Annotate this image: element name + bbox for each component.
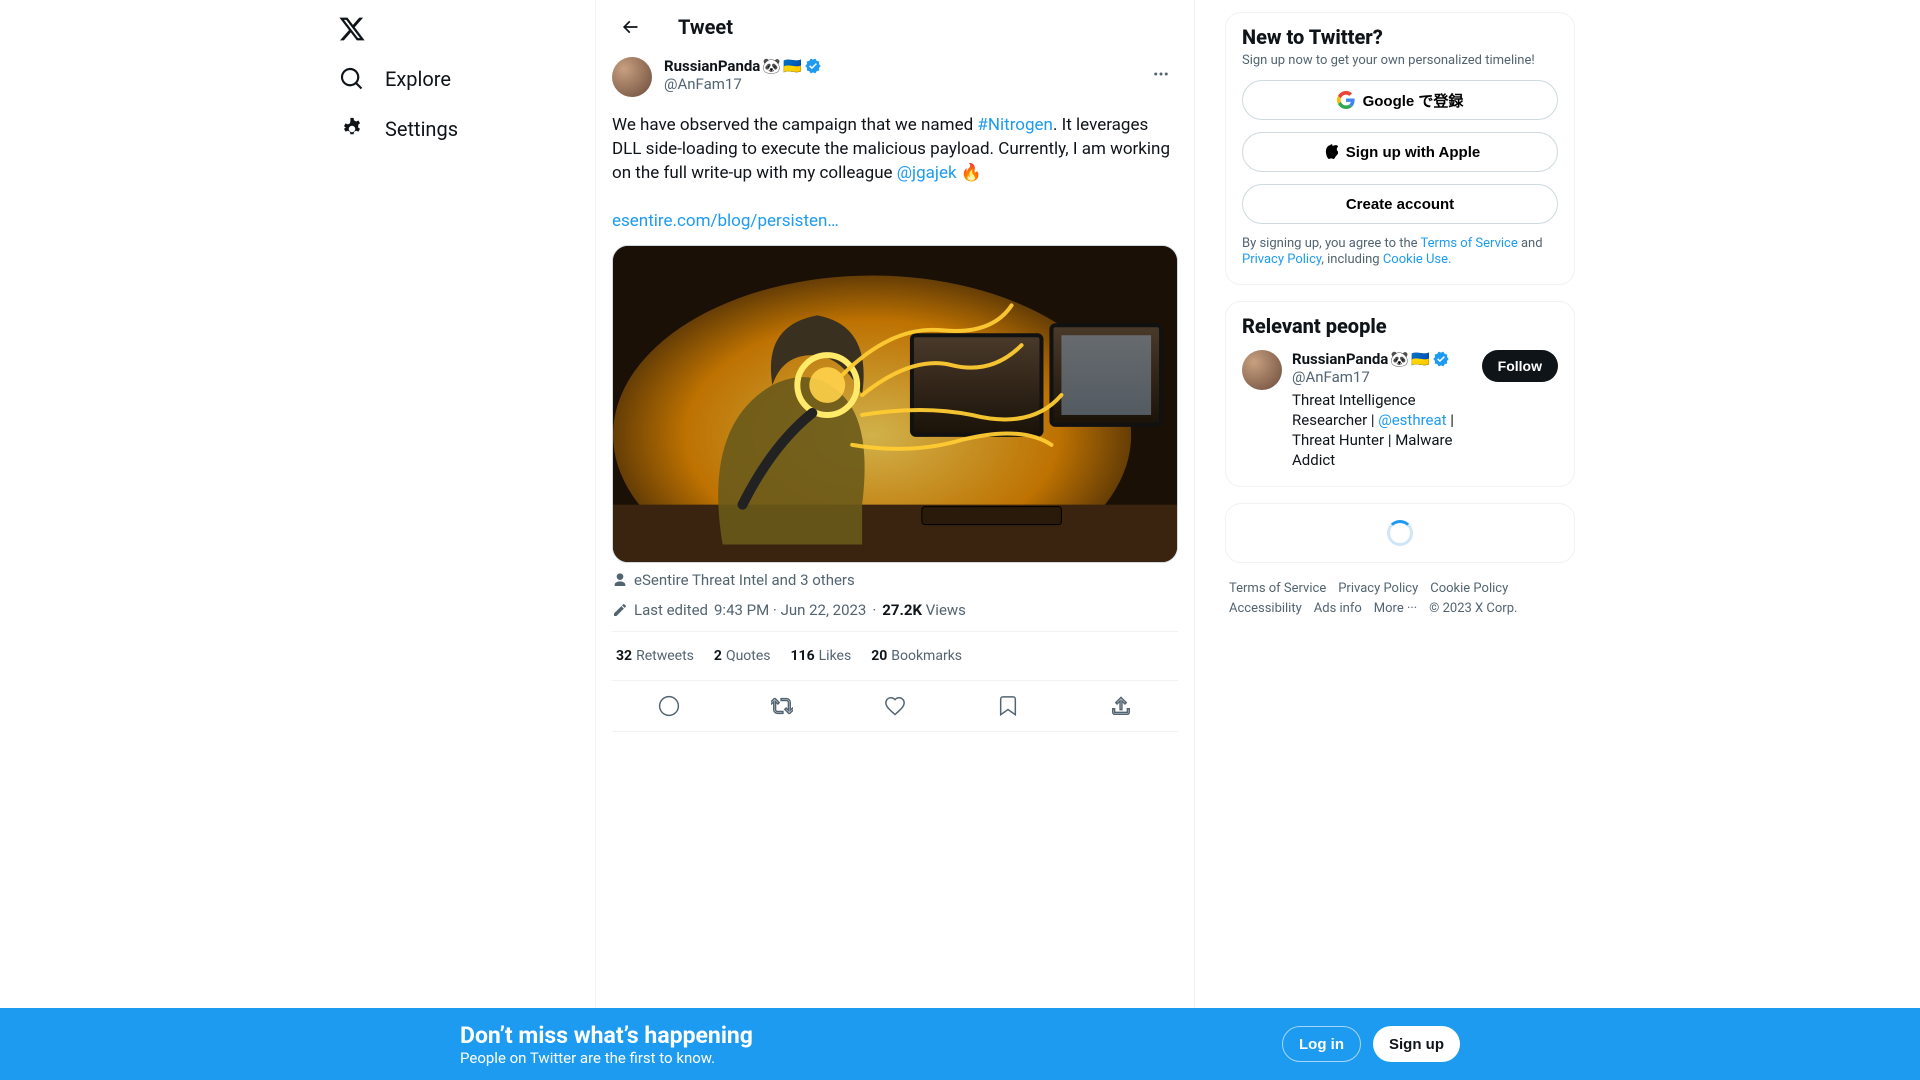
flag-emoji: 🇺🇦: [783, 57, 802, 75]
mention-link[interactable]: @jgajek: [897, 163, 957, 183]
reply-button[interactable]: [650, 687, 688, 725]
footer-links: Terms of Service Privacy Policy Cookie P…: [1225, 579, 1575, 619]
login-button[interactable]: Log in: [1282, 1026, 1361, 1062]
fire-emoji: 🔥: [961, 161, 982, 185]
tagged-people[interactable]: eSentire Threat Intel and 3 others: [612, 571, 1178, 589]
signup-button[interactable]: Sign up: [1373, 1026, 1460, 1062]
relevant-bio: Threat Intelligence Researcher | @esthre…: [1292, 390, 1472, 470]
google-signup-label: Google で登録: [1363, 90, 1464, 111]
page-header: Tweet: [596, 0, 1194, 53]
signup-title: New to Twitter?: [1242, 25, 1558, 49]
edit-icon: [612, 602, 628, 618]
banner-sub: People on Twitter are the first to know.: [460, 1049, 753, 1067]
tagged-text: eSentire Threat Intel and 3 others: [634, 571, 855, 589]
retweet-button[interactable]: [763, 687, 801, 725]
stat-bookmarks[interactable]: 20Bookmarks: [871, 648, 962, 664]
tweet-meta: Last edited 9:43 PM · Jun 22, 2023 · 27.…: [612, 601, 1178, 632]
reply-icon: [658, 695, 680, 717]
sidebar: New to Twitter? Sign up now to get your …: [1225, 0, 1575, 1080]
verified-icon: [804, 57, 822, 75]
bookmark-icon: [997, 695, 1019, 717]
footer-more[interactable]: More ···: [1374, 599, 1417, 619]
bio-mention[interactable]: @esthreat: [1378, 411, 1446, 429]
author-avatar[interactable]: [612, 57, 652, 97]
apple-icon: [1320, 143, 1338, 161]
x-logo-icon: [338, 15, 366, 43]
media-illustration: [613, 246, 1177, 562]
relevant-name[interactable]: RussianPanda: [1292, 350, 1388, 368]
share-button[interactable]: [1102, 687, 1140, 725]
tweet: RussianPanda 🐼 🇺🇦 @AnFam17 We have obser…: [596, 53, 1194, 732]
relevant-avatar[interactable]: [1242, 350, 1282, 390]
banner-title: Don’t miss what’s happening: [460, 1022, 753, 1049]
verified-icon: [1432, 350, 1450, 368]
main-column: Tweet RussianPanda 🐼 🇺🇦 @AnFam17: [595, 0, 1195, 1080]
author-name[interactable]: RussianPanda: [664, 57, 760, 75]
privacy-link[interactable]: Privacy Policy: [1242, 252, 1321, 267]
nav-settings-label: Settings: [385, 117, 458, 141]
relevant-handle[interactable]: @AnFam17: [1292, 368, 1472, 386]
x-logo[interactable]: [327, 4, 377, 54]
flag-emoji: 🇺🇦: [1411, 350, 1430, 368]
apple-signup-label: Sign up with Apple: [1346, 144, 1480, 161]
tweet-stats: 32Retweets 2Quotes 116Likes 20Bookmarks: [612, 632, 1178, 681]
external-link[interactable]: esentire.com/blog/persisten…: [612, 211, 839, 231]
relevant-title: Relevant people: [1242, 314, 1558, 338]
signup-banner: Don’t miss what’s happening People on Tw…: [0, 1008, 1920, 1080]
hashtag-link[interactable]: #Nitrogen: [977, 115, 1053, 135]
author-handle[interactable]: @AnFam17: [664, 75, 1144, 93]
retweet-icon: [771, 695, 793, 717]
loading-card: [1225, 503, 1575, 563]
footer-ads[interactable]: Ads info: [1314, 599, 1362, 619]
heart-icon: [884, 695, 906, 717]
back-button[interactable]: [612, 9, 648, 45]
footer-copyright: © 2023 X Corp.: [1429, 599, 1517, 619]
meta-views[interactable]: 27.2K Views: [882, 601, 966, 619]
panda-emoji: 🐼: [762, 57, 781, 75]
footer-tos[interactable]: Terms of Service: [1229, 579, 1326, 599]
google-icon: [1337, 91, 1355, 109]
primary-nav: Explore Settings: [320, 0, 595, 1080]
relevant-people-card: Relevant people RussianPanda 🐼 🇺🇦 @AnFam…: [1225, 301, 1575, 487]
tweet-text: We have observed the campaign that we na…: [612, 113, 1178, 233]
footer-cookie[interactable]: Cookie Policy: [1430, 579, 1508, 599]
search-icon: [339, 66, 365, 92]
like-button[interactable]: [876, 687, 914, 725]
create-account-button[interactable]: Create account: [1242, 184, 1558, 224]
create-account-label: Create account: [1346, 196, 1454, 213]
page-title: Tweet: [678, 15, 733, 39]
stat-retweets[interactable]: 32Retweets: [616, 648, 694, 664]
person-icon: [612, 572, 628, 588]
stat-quotes[interactable]: 2Quotes: [714, 648, 771, 664]
gear-icon: [339, 116, 365, 142]
apple-signup-button[interactable]: Sign up with Apple: [1242, 132, 1558, 172]
panda-emoji: 🐼: [1390, 350, 1409, 368]
tweet-text-1: We have observed the campaign that we na…: [612, 115, 977, 135]
tweet-image[interactable]: [612, 245, 1178, 563]
meta-time[interactable]: 9:43 PM · Jun 22, 2023: [714, 601, 866, 619]
cookie-link[interactable]: Cookie Use.: [1383, 252, 1452, 267]
stat-likes[interactable]: 116Likes: [791, 648, 852, 664]
relevant-user: RussianPanda 🐼 🇺🇦 @AnFam17 Threat Intell…: [1242, 350, 1558, 470]
tos-link[interactable]: Terms of Service: [1421, 236, 1518, 251]
nav-explore[interactable]: Explore: [327, 54, 479, 104]
nav-explore-label: Explore: [385, 67, 451, 91]
share-icon: [1110, 695, 1132, 717]
bookmark-button[interactable]: [989, 687, 1027, 725]
spinner-icon: [1387, 520, 1413, 546]
nav-settings[interactable]: Settings: [327, 104, 486, 154]
more-button[interactable]: [1144, 57, 1178, 91]
more-icon: [1152, 65, 1170, 83]
signup-sub: Sign up now to get your own personalized…: [1242, 53, 1558, 68]
arrow-left-icon: [620, 17, 640, 37]
signup-card: New to Twitter? Sign up now to get your …: [1225, 12, 1575, 285]
signup-tos: By signing up, you agree to the Terms of…: [1242, 236, 1558, 268]
footer-privacy[interactable]: Privacy Policy: [1338, 579, 1418, 599]
meta-prefix: Last edited: [634, 601, 708, 619]
follow-button[interactable]: Follow: [1482, 350, 1558, 382]
google-signup-button[interactable]: Google で登録: [1242, 80, 1558, 120]
tweet-actions: [612, 681, 1178, 732]
footer-accessibility[interactable]: Accessibility: [1229, 599, 1302, 619]
